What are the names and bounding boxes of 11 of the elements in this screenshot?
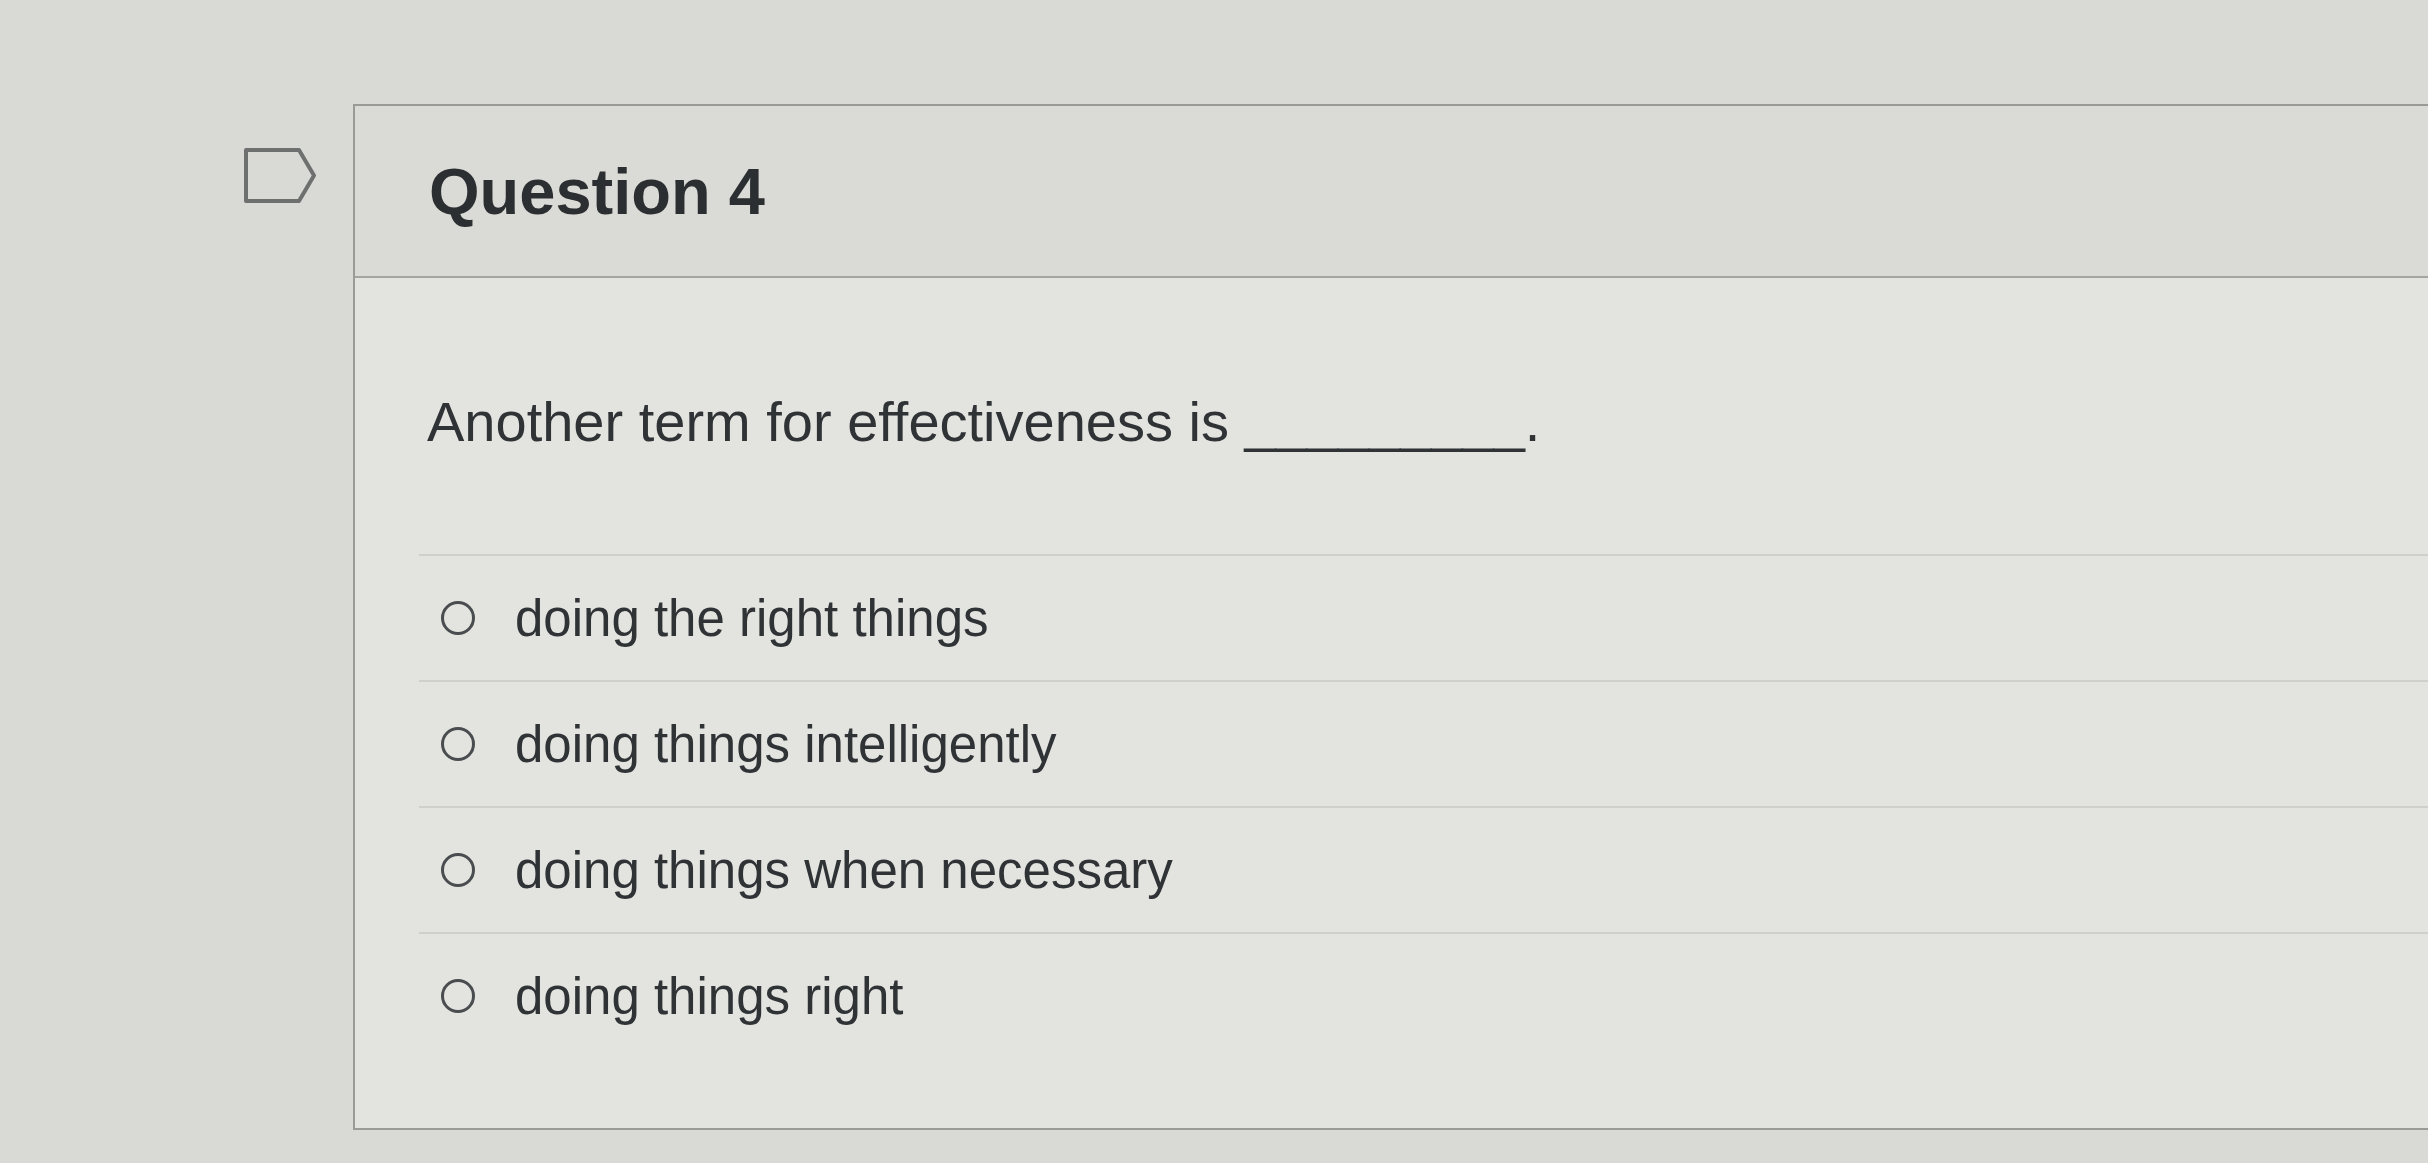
answer-option[interactable]: doing things right (515, 966, 904, 1026)
question-text: Another term for effectiveness is _________. (427, 390, 1541, 454)
radio-button[interactable] (441, 727, 475, 761)
radio-button[interactable] (441, 853, 475, 887)
answer-option[interactable]: doing things when necessary (515, 840, 1173, 900)
answer-option[interactable]: doing the right things (515, 588, 989, 648)
answer-option[interactable]: doing things intelligently (515, 714, 1057, 774)
question-title: Question 4 (429, 153, 765, 229)
flag-icon[interactable] (243, 147, 317, 204)
radio-button[interactable] (441, 601, 475, 635)
radio-button[interactable] (441, 979, 475, 1013)
